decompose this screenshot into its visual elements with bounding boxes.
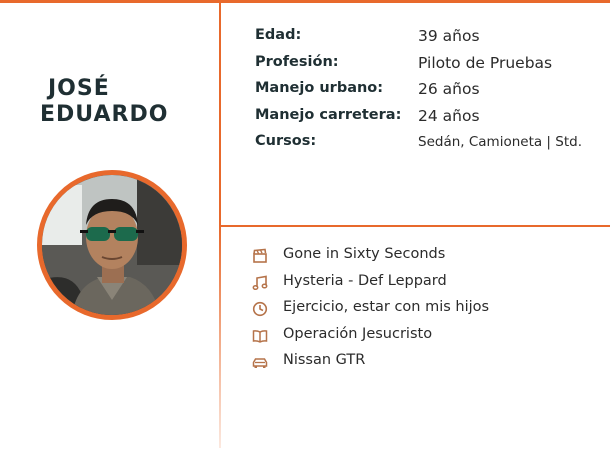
favorite-text: Nissan GTR [283, 352, 366, 368]
detail-value: 26 años [418, 80, 480, 98]
first-name: JOSÉ [48, 76, 110, 101]
detail-label: Cursos: [255, 133, 317, 149]
detail-value: 39 años [418, 27, 480, 45]
last-name: EDUARDO [40, 102, 169, 127]
vertical-divider-top [219, 0, 221, 226]
detail-label: Profesión: [255, 53, 339, 70]
book-icon [252, 328, 268, 344]
favorite-text: Gone in Sixty Seconds [283, 246, 446, 262]
music-note-icon [252, 275, 268, 291]
detail-value: Sedán, Camioneta | Std. [418, 134, 582, 150]
detail-label: Edad: [255, 27, 302, 43]
favorite-text: Ejercicio, estar con mis hijos [283, 299, 490, 315]
detail-value: Piloto de Pruebas [418, 53, 553, 72]
detail-label: Manejo urbano: [255, 80, 384, 96]
detail-label: Manejo carretera: [255, 106, 402, 123]
detail-value: 24 años [418, 106, 480, 125]
clapperboard-icon [252, 248, 268, 264]
vertical-divider-bottom [219, 226, 221, 448]
avatar [37, 170, 187, 320]
favorite-text: Operación Jesucristo [283, 325, 433, 342]
horizontal-divider [220, 225, 610, 227]
top-divider [0, 0, 610, 3]
person-photo-icon [42, 175, 182, 315]
favorite-text: Hysteria - Def Leppard [283, 272, 447, 289]
car-icon [252, 354, 268, 370]
profile-name: JOSÉ EDUARDO [40, 76, 190, 128]
clock-icon [252, 301, 268, 317]
